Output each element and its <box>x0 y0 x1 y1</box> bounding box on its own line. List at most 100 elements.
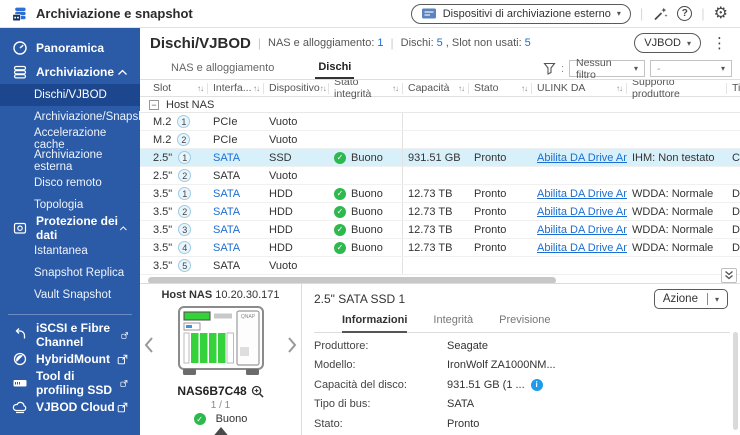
sort-icon: ↑↓ <box>319 83 327 93</box>
sidebar-item-protezione-dati[interactable]: Protezione dei dati <box>0 214 140 242</box>
chevron-right-icon[interactable] <box>286 336 298 354</box>
nas-carousel: Host NAS 10.20.30.171 QNAP NAS6B7C48 1 /… <box>140 284 302 435</box>
zoom-in-icon[interactable] <box>251 385 264 398</box>
nas-illustration[interactable]: QNAP <box>177 305 265 384</box>
info-icon[interactable]: i <box>530 378 543 391</box>
vertical-scrollbar[interactable] <box>733 332 738 430</box>
sidebar-item-accelerazione-cache[interactable]: Accelerazione cache <box>0 127 140 151</box>
da-drive-analyzer-link[interactable]: Abilita DA Drive Analyz... <box>537 242 627 254</box>
check-icon: ✓ <box>334 187 346 200</box>
filter-icon[interactable] <box>543 62 556 75</box>
app-window: Archiviazione e snapshot Dispositivi di … <box>0 0 740 435</box>
external-link-icon <box>120 379 128 387</box>
interface-link[interactable]: SATA <box>213 224 240 236</box>
sidebar-item-vault-snapshot[interactable]: Vault Snapshot <box>0 284 140 306</box>
col-ulink-da[interactable]: ULINK DA ↑↓ <box>532 82 627 94</box>
sidebar-item-disco-remoto[interactable]: Disco remoto <box>0 172 140 194</box>
pointer-triangle <box>210 427 231 435</box>
page-title: Dischi/VJBOD <box>150 34 251 52</box>
table-row[interactable]: 3.5" 1 SATA HDD ✓ Buono 12.73 TB Pronto Ab… <box>140 185 740 203</box>
sidebar: Panoramica Archiviazione Dischi/VJBOD Ar… <box>0 28 140 435</box>
col-capacita[interactable]: Capacità ↑↓ <box>403 82 469 94</box>
da-drive-analyzer-link[interactable]: Abilita DA Drive Analyz... <box>537 206 627 218</box>
check-icon: ✓ <box>334 223 346 236</box>
table-row[interactable]: 3.5" 5 SATA Vuoto <box>140 257 740 275</box>
kebab-menu-icon[interactable]: ⋮ <box>709 34 730 52</box>
collapse-group-icon[interactable]: − <box>149 99 159 110</box>
tab-nas-alloggiamento[interactable]: NAS e alloggiamento <box>168 60 277 78</box>
sidebar-item-istantanea[interactable]: Istantanea <box>0 240 140 262</box>
col-tipo[interactable]: Tipo <box>727 82 740 94</box>
sidebar-item-panoramica[interactable]: Panoramica <box>0 36 140 60</box>
sidebar-divider <box>8 314 132 315</box>
field-stato: Stato: Pronto <box>314 417 480 430</box>
col-dispositivo[interactable]: Dispositivo ↑↓ <box>264 82 329 94</box>
field-produttore: Produttore: Seagate <box>314 339 488 352</box>
da-drive-analyzer-link[interactable]: Abilita DA Drive Analyz... <box>537 224 627 236</box>
sort-icon: ↑↓ <box>253 83 260 93</box>
filter-secondary-dropdown[interactable]: - ▾ <box>650 60 732 77</box>
filter-dropdown[interactable]: Nessun filtro ▾ <box>569 57 645 81</box>
sidebar-item-ssd-profiling[interactable]: Tool di profiling SSD <box>0 369 140 397</box>
help-icon[interactable]: ? <box>677 6 693 21</box>
sidebar-item-vjbod-cloud[interactable]: VJBOD Cloud <box>0 395 140 419</box>
col-supporto-produttore[interactable]: Supporto produttore <box>627 80 727 100</box>
interface-link[interactable]: SATA <box>213 242 240 254</box>
slot-number-badge: 1 <box>178 151 192 164</box>
tab-integrita[interactable]: Integrità <box>433 314 473 332</box>
sidebar-item-topologia[interactable]: Topologia <box>0 194 140 216</box>
chevron-left-icon[interactable] <box>143 336 155 354</box>
field-capacita: Capacità del disco: 931.51 GB (1 ... i <box>314 375 720 395</box>
slot-number-badge: 2 <box>178 169 192 182</box>
sidebar-item-iscsi[interactable]: iSCSI e Fibre Channel <box>0 321 140 349</box>
tab-dischi[interactable]: Dischi <box>315 59 355 79</box>
slot-number-badge: 2 <box>177 133 191 146</box>
sidebar-item-archiviazione-snapshot[interactable]: Archiviazione/Snapshot <box>0 106 140 128</box>
magic-wand-icon[interactable] <box>652 6 668 22</box>
disk-detail: 2.5" SATA SSD 1 Azione ▾ Informazioni In… <box>302 284 740 435</box>
tab-informazioni[interactable]: Informazioni <box>342 314 408 333</box>
external-devices-button[interactable]: Dispositivi di archiviazione esterno ▾ <box>410 3 631 24</box>
slot-number-badge: 4 <box>178 241 192 254</box>
action-button[interactable]: Azione ▾ <box>653 289 728 309</box>
nas-brand-label: QNAP <box>240 314 255 320</box>
sidebar-item-archiviazione-esterna[interactable]: Archiviazione esterna <box>0 149 140 173</box>
nas-status: ✓ Buono <box>140 413 301 425</box>
table-row[interactable]: 2.5" 2 SATA Vuoto <box>140 167 740 185</box>
vjbod-button[interactable]: VJBOD ▾ <box>634 33 701 53</box>
table-row[interactable]: 3.5" 3 SATA HDD ✓ Buono 12.73 TB Pronto Ab… <box>140 221 740 239</box>
sort-icon: ↑↓ <box>392 83 399 93</box>
table-row-selected[interactable]: 2.5" 1 SATA SSD ✓ Buono 931.51 GB Pronto A… <box>140 149 740 167</box>
sidebar-item-archiviazione[interactable]: Archiviazione <box>0 60 140 84</box>
da-drive-analyzer-link[interactable]: Abilita DA Drive Analyz... <box>537 188 627 200</box>
page-header: Dischi/VJBOD | NAS e alloggiamento: 1 | D… <box>140 28 740 58</box>
table-row[interactable]: 3.5" 4 SATA HDD ✓ Buono 12.73 TB Pronto Ab… <box>140 239 740 257</box>
gauge-icon <box>13 41 27 55</box>
da-drive-analyzer-link[interactable]: Abilita DA Drive Analyz... <box>537 152 627 164</box>
chevron-down-icon: ▾ <box>720 64 725 73</box>
nas-name: NAS6B7C48 <box>177 384 247 398</box>
chevron-down-icon: ▾ <box>714 294 719 304</box>
col-stato[interactable]: Stato ↑↓ <box>469 82 532 94</box>
sidebar-item-hybridmount[interactable]: HybridMount <box>0 347 140 371</box>
table-header: Slot ↑↓ Interfa... ↑↓ Dispositivo ↑↓ Stato … <box>140 80 740 100</box>
table-row[interactable]: M.2 1 PCIe Vuoto <box>140 113 740 131</box>
sort-icon: ↑↓ <box>616 83 623 93</box>
col-interfaccia[interactable]: Interfa... ↑↓ <box>208 82 264 94</box>
carousel-page-indicator: 1 / 1 <box>210 400 231 411</box>
double-chevron-down-icon[interactable] <box>721 268 737 283</box>
interface-link[interactable]: SATA <box>213 152 240 164</box>
slot-number-badge: 5 <box>178 259 192 272</box>
table-row[interactable]: M.2 2 PCIe Vuoto <box>140 131 740 149</box>
tab-previsione[interactable]: Previsione <box>499 314 550 332</box>
sidebar-item-snapshot-replica[interactable]: Snapshot Replica <box>0 262 140 284</box>
interface-link[interactable]: SATA <box>213 188 240 200</box>
slot-number-badge: 1 <box>177 115 191 128</box>
settings-gear-icon[interactable]: ⚙ <box>714 5 728 22</box>
col-stato-integrita[interactable]: Stato integrità ↑↓ <box>329 80 403 100</box>
sidebar-item-dischi-vjbod[interactable]: Dischi/VJBOD <box>0 84 140 106</box>
app-title: Archiviazione e snapshot <box>36 6 193 21</box>
table-row[interactable]: 3.5" 2 SATA HDD ✓ Buono 12.73 TB Pronto Ab… <box>140 203 740 221</box>
col-slot[interactable]: Slot ↑↓ <box>148 82 208 94</box>
interface-link[interactable]: SATA <box>213 206 240 218</box>
